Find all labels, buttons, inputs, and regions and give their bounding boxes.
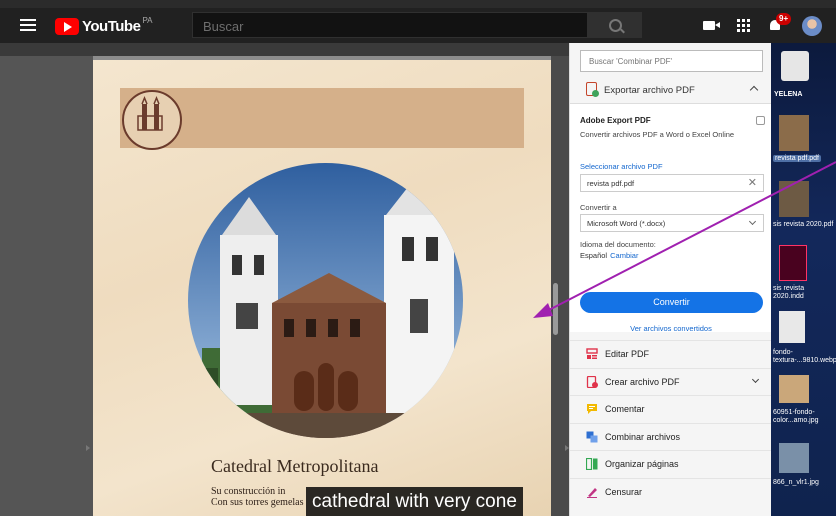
export-pdf-card: Adobe Export PDF Convertir archivos PDF …	[570, 104, 772, 333]
close-icon[interactable]: ✕	[748, 176, 757, 189]
edit-pdf-icon	[586, 348, 598, 359]
document-page: Catedral Metropolitana Su construcción i…	[93, 56, 551, 516]
country-code: PA	[142, 15, 153, 25]
youtube-play-icon	[55, 17, 79, 35]
magazine-thumbnail-icon[interactable]	[779, 115, 809, 151]
search-input[interactable]	[193, 13, 585, 39]
desktop-item-label[interactable]: YELENA	[774, 91, 836, 99]
convert-to-label: Convertir a	[580, 203, 617, 212]
chevron-down-icon	[748, 217, 757, 226]
video-caption: cathedral with very cone	[306, 487, 523, 516]
left-panel-toggle-icon[interactable]	[86, 445, 90, 451]
drive-icon[interactable]	[781, 51, 809, 81]
convert-button[interactable]: Convertir	[580, 292, 763, 313]
redact-icon	[587, 487, 597, 498]
comment-icon	[587, 404, 597, 414]
jpg-thumbnail-icon[interactable]	[779, 375, 809, 403]
desktop-item-label[interactable]: fondo-textura-...9810.webp	[773, 349, 836, 365]
page-title: Catedral Metropolitana	[211, 456, 379, 476]
youtube-brand: YouTube	[82, 17, 141, 35]
avatar[interactable]	[802, 16, 822, 36]
language-row: Español Cambiar	[580, 251, 638, 260]
notifications-badge: 9+	[776, 13, 792, 25]
tools-search-input[interactable]	[580, 50, 763, 72]
page-top-edge	[93, 56, 551, 60]
desktop-item-label[interactable]: 866_n_vlr1.jpg	[773, 479, 835, 487]
tool-label: Combinar archivos	[605, 431, 681, 442]
language-value: Español	[580, 251, 608, 260]
search-button[interactable]	[588, 12, 642, 38]
desktop-item-label[interactable]: sis revista 2020.pdf	[773, 221, 835, 229]
left-gutter	[0, 56, 93, 516]
export-pdf-header[interactable]: Exportar archivo PDF	[570, 77, 772, 104]
youtube-logo[interactable]: YouTube PA	[55, 15, 153, 35]
ruler	[0, 43, 569, 56]
change-language-link[interactable]: Cambiar	[610, 251, 638, 260]
tool-organize-pages[interactable]: Organizar páginas	[570, 450, 772, 478]
webp-file-icon[interactable]	[779, 311, 805, 343]
organize-icon	[586, 458, 598, 470]
indesign-file-icon[interactable]	[779, 245, 807, 281]
desktop-item-label-text: revista pdf.pdf	[773, 155, 821, 162]
chevron-down-icon[interactable]	[751, 375, 760, 383]
format-value: Microsoft Word (*.docx)	[587, 219, 666, 228]
tool-create-pdf[interactable]: Crear archivo PDF	[570, 367, 772, 396]
menu-icon[interactable]	[20, 19, 36, 31]
tool-label: Censurar	[605, 486, 643, 497]
create-video-icon[interactable]	[703, 21, 720, 30]
desktop-item-label[interactable]: 60951-fondo-color...amo.jpg	[773, 409, 835, 425]
file-name: revista pdf.pdf	[587, 179, 635, 188]
tool-redact[interactable]: Censurar	[570, 477, 772, 506]
jpg-thumbnail-icon[interactable]	[779, 443, 809, 473]
tools-list: Editar PDF Crear archivo PDF Comentar Co…	[570, 340, 772, 505]
share-icon[interactable]	[756, 116, 765, 125]
desktop-item-label[interactable]: revista pdf.pdf	[773, 155, 835, 163]
pdf-thumbnail-icon[interactable]	[779, 181, 809, 217]
adobe-tools-panel: Exportar archivo PDF Adobe Export PDF Co…	[569, 43, 772, 516]
cathedral-emblem-icon	[122, 90, 182, 150]
tool-label: Editar PDF	[605, 349, 650, 359]
export-pdf-icon	[586, 82, 599, 97]
view-converted-link[interactable]: Ver archivos convertidos	[570, 324, 772, 333]
document-scrollbar[interactable]	[553, 283, 558, 335]
search-icon	[609, 19, 622, 32]
youtube-top-bar: YouTube PA 9+	[0, 8, 836, 43]
create-pdf-icon	[586, 375, 598, 388]
format-select[interactable]: Microsoft Word (*.docx)	[580, 214, 764, 232]
chevron-up-icon[interactable]	[749, 85, 759, 95]
tool-label: Comentar	[605, 404, 645, 414]
select-pdf-link[interactable]: Seleccionar archivo PDF	[580, 162, 663, 171]
tool-edit-pdf[interactable]: Editar PDF	[570, 340, 772, 368]
tool-label: Crear archivo PDF	[605, 376, 680, 387]
export-pdf-label: Exportar archivo PDF	[604, 85, 695, 96]
desktop-strip: YELENA revista pdf.pdf sis revista 2020.…	[771, 43, 836, 516]
cathedral-photo	[188, 163, 463, 438]
tool-label: Organizar páginas	[605, 459, 679, 469]
selected-file-field[interactable]: revista pdf.pdf ✕	[580, 174, 764, 192]
card-subtitle: Convertir archivos PDF a Word o Excel On…	[580, 130, 735, 139]
language-label: Idioma del documento:	[580, 240, 656, 249]
search-box[interactable]	[192, 12, 588, 39]
desktop-item-label[interactable]: sis revista 2020.indd	[773, 285, 835, 301]
tool-comment[interactable]: Comentar	[570, 395, 772, 423]
apps-grid-icon[interactable]	[737, 19, 750, 32]
document-viewer: Catedral Metropolitana Su construcción i…	[0, 43, 569, 516]
combine-icon	[586, 431, 598, 442]
card-title: Adobe Export PDF	[580, 116, 651, 125]
tool-combine-files[interactable]: Combinar archivos	[570, 422, 772, 451]
